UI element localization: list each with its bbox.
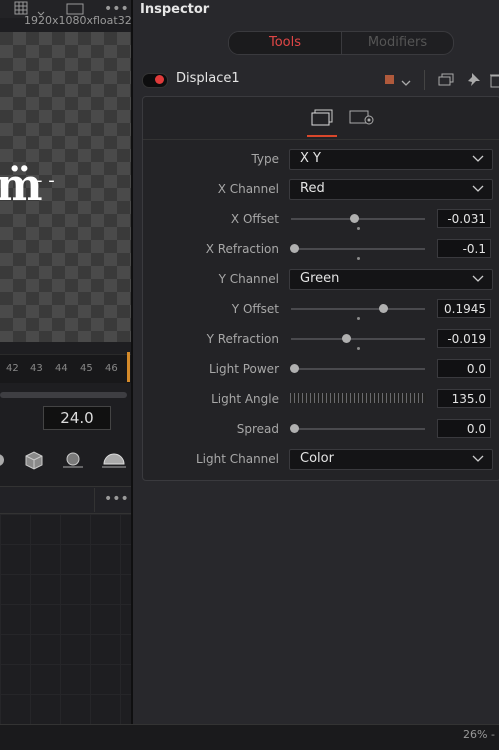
chevron-down-icon xyxy=(472,150,484,170)
y-offset-field[interactable]: 0.1945 xyxy=(437,299,491,318)
chevron-down-icon[interactable] xyxy=(401,76,411,90)
y-offset-label: Y Offset xyxy=(231,302,279,316)
default-marker xyxy=(357,347,360,350)
x-channel-label: X Channel xyxy=(217,182,279,196)
spread-slider[interactable] xyxy=(291,428,425,430)
y-channel-dropdown[interactable]: Green xyxy=(289,269,493,290)
x-refraction-field[interactable]: -0.1 xyxy=(437,239,491,258)
playhead[interactable] xyxy=(127,352,130,382)
y-offset-slider[interactable] xyxy=(291,308,425,310)
spread-field[interactable]: 0.0 xyxy=(437,419,491,438)
default-marker xyxy=(357,227,360,230)
light-power-knob[interactable] xyxy=(290,364,299,373)
ruler-tick: 46 xyxy=(105,363,118,374)
light-power-field[interactable]: 0.0 xyxy=(437,359,491,378)
ruler-tick: 45 xyxy=(80,363,93,374)
scrub-bar[interactable] xyxy=(0,392,127,398)
y-refraction-label: Y Refraction xyxy=(206,332,279,346)
trash-icon[interactable] xyxy=(490,72,499,91)
y-offset-knob[interactable] xyxy=(379,304,388,313)
type-dropdown[interactable]: X Y xyxy=(289,149,493,170)
node-color-swatch[interactable] xyxy=(385,75,394,84)
spread-label: Spread xyxy=(236,422,279,436)
version-icon[interactable] xyxy=(438,73,454,90)
y-refraction-slider[interactable] xyxy=(291,338,425,340)
x-refraction-knob[interactable] xyxy=(290,244,299,253)
viewer-resolution: 1920x1080xfloat32 xyxy=(24,14,132,27)
x-offset-knob[interactable] xyxy=(350,214,359,223)
light-power-slider[interactable] xyxy=(291,368,425,370)
cube-icon[interactable] xyxy=(23,450,45,473)
chevron-down-icon xyxy=(472,270,484,290)
current-frame-field[interactable]: 24.0 xyxy=(43,406,111,430)
ruler-tick: 44 xyxy=(55,363,68,374)
timeline-ruler[interactable]: 42 43 44 45 46 xyxy=(0,354,131,383)
y-channel-label: Y Channel xyxy=(218,272,279,286)
header-divider xyxy=(424,70,425,90)
y-refraction-knob[interactable] xyxy=(342,334,351,343)
control-page-tabs xyxy=(143,97,499,140)
light-power-label: Light Power xyxy=(208,362,279,376)
light-icon[interactable] xyxy=(61,450,85,473)
ruler-tick: 42 xyxy=(6,363,19,374)
light-angle-thumbwheel[interactable] xyxy=(290,393,426,403)
light-channel-value: Color xyxy=(300,451,334,466)
chevron-down-icon xyxy=(472,450,484,470)
x-channel-dropdown[interactable]: Red xyxy=(289,179,493,200)
y-channel-value: Green xyxy=(300,271,340,286)
light-channel-label: Light Channel xyxy=(195,452,279,466)
dome-icon[interactable] xyxy=(101,450,127,473)
light-channel-dropdown[interactable]: Color xyxy=(289,449,493,470)
default-marker xyxy=(357,317,360,320)
controls-page-icon[interactable] xyxy=(310,109,334,130)
y-refraction-field[interactable]: -0.019 xyxy=(437,329,491,348)
tab-modifiers[interactable]: Modifiers xyxy=(342,32,453,54)
light-angle-field[interactable]: 135.0 xyxy=(437,389,491,408)
ruler-tick: 43 xyxy=(30,363,43,374)
type-label: Type xyxy=(251,152,279,166)
x-refraction-slider[interactable] xyxy=(291,248,425,250)
status-bar xyxy=(0,724,499,750)
panel-title: Inspector xyxy=(140,2,210,17)
shape-toolbar xyxy=(0,446,131,476)
pin-icon[interactable] xyxy=(467,72,481,91)
spread-knob[interactable] xyxy=(290,424,299,433)
zoom-level: 26% - 2 xyxy=(463,728,499,741)
chevron-down-icon xyxy=(472,180,484,200)
x-offset-field[interactable]: -0.031 xyxy=(437,209,491,228)
default-marker xyxy=(357,257,360,260)
tab-tools[interactable]: Tools xyxy=(229,32,342,54)
type-value: X Y xyxy=(300,151,321,166)
viewer-dash-marks: - - xyxy=(36,170,55,191)
x-refraction-label: X Refraction xyxy=(205,242,279,256)
light-angle-label: Light Angle xyxy=(211,392,279,406)
x-offset-label: X Offset xyxy=(230,212,279,226)
x-channel-value: Red xyxy=(300,181,325,196)
node-editor-header: ••• xyxy=(0,486,131,514)
active-tab-indicator xyxy=(307,135,337,137)
node-editor-grid[interactable] xyxy=(0,514,131,724)
toggle-indicator xyxy=(155,75,164,84)
more-options-icon[interactable]: ••• xyxy=(104,491,129,507)
inspector-tabs: Tools Modifiers xyxy=(228,31,454,55)
settings-page-icon[interactable] xyxy=(349,110,375,129)
sphere-icon[interactable] xyxy=(0,452,6,471)
node-name: Displace1 xyxy=(176,71,240,86)
header-divider xyxy=(94,488,95,512)
